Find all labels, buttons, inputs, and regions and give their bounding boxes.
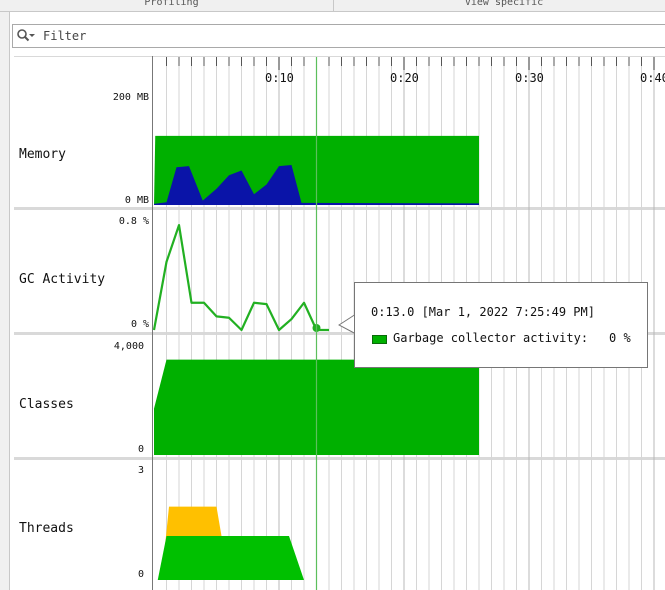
- gc-axis-min: 0 %: [130, 319, 149, 330]
- classes-axis-min: 0: [137, 444, 144, 455]
- threads-axis-min: 0: [137, 569, 144, 580]
- row-label-threads: Threads: [19, 521, 74, 536]
- time-tick-label: 0:40: [640, 71, 665, 85]
- lane-separator-3: [14, 457, 665, 460]
- classes-axis-max: 4,000: [113, 341, 144, 352]
- lane-separator-1: [14, 207, 665, 210]
- threads-axis-max: 3: [137, 465, 144, 476]
- tooltip-legend-swatch: [372, 335, 387, 344]
- memory-axis-max: 200 MB: [112, 92, 149, 103]
- tooltip-value: 0 %: [609, 331, 631, 345]
- threads-green-area: [157, 536, 304, 580]
- timeline-tooltip: 0:13.0 [Mar 1, 2022 7:25:49 PM] Garbage …: [354, 282, 648, 368]
- time-tick-label: 0:30: [515, 71, 544, 85]
- tooltip-time: 0:13.0 [Mar 1, 2022 7:25:49 PM]: [371, 305, 595, 319]
- memory-axis-min: 0 MB: [124, 195, 149, 206]
- time-tick-label: 0:20: [390, 71, 419, 85]
- tooltip-series-name: Garbage collector activity:: [393, 331, 589, 345]
- time-tick-label: 0:10: [265, 71, 294, 85]
- row-label-classes: Classes: [19, 397, 74, 412]
- row-label-memory: Memory: [19, 147, 66, 162]
- gc-axis-max: 0.8 %: [118, 216, 149, 227]
- row-label-gc-activity: GC Activity: [19, 272, 106, 287]
- label-column-divider: [152, 56, 153, 590]
